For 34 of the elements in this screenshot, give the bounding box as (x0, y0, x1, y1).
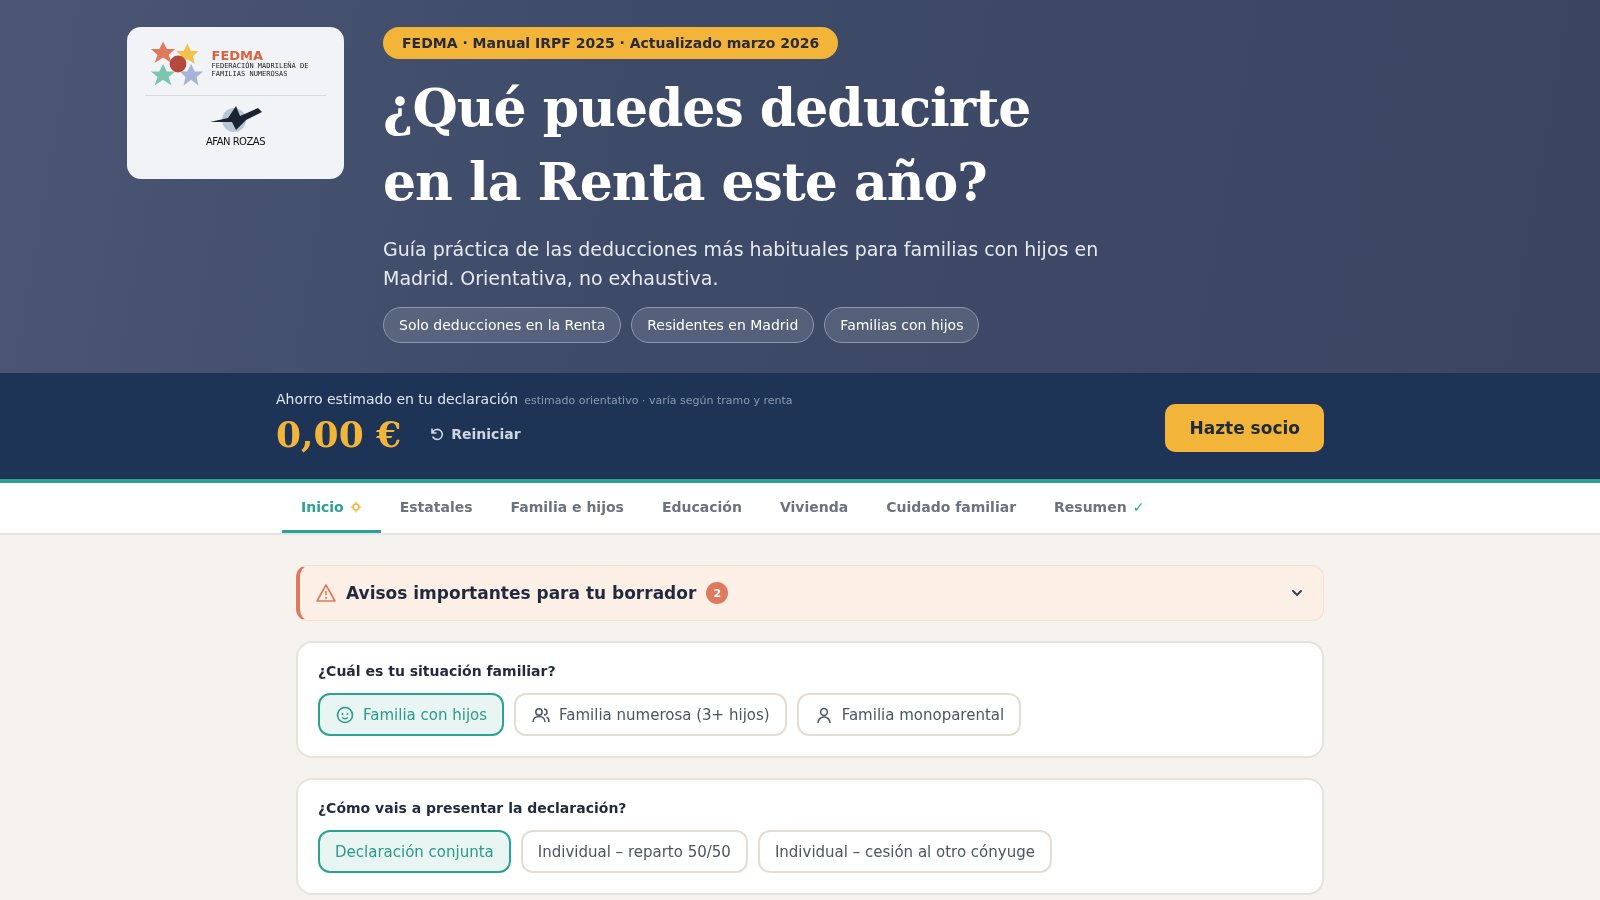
filter-chip: Residentes en Madrid (631, 307, 815, 343)
page-title: ¿Qué puedes deducirte en la Renta este año? (383, 76, 1031, 214)
sun-icon (349, 500, 362, 513)
join-button[interactable]: Hazte socio (1165, 404, 1324, 452)
partner-logo-text: AFAN ROZAS (205, 136, 265, 147)
option-button[interactable]: Individual – reparto 50/50 (520, 830, 748, 873)
question-title: ¿Cuál es tu situación familiar? (318, 663, 557, 679)
nav-tab[interactable]: Educación (642, 483, 761, 533)
reset-icon (429, 426, 446, 442)
option-button[interactable]: Declaración conjunta (318, 830, 511, 873)
edition-badge: FEDMA · Manual IRPF 2025 · Actualizado marzo 2026 (383, 27, 839, 59)
nav-tab[interactable]: Inicio (282, 483, 381, 533)
nav-tab[interactable]: Cuidado familiar (867, 483, 1036, 533)
alert-panel[interactable]: Avisos importantes para tu borrador 2 (296, 565, 1324, 621)
savings-note: estimado orientativo · varía según tramo y renta (524, 394, 793, 407)
nav-tab[interactable]: Resumen ✓ (1035, 483, 1164, 533)
nav-tab[interactable]: Familia e hijos (491, 483, 643, 533)
alert-title: Avisos importantes para tu borrador (346, 583, 697, 603)
nav-tab[interactable]: Estatales (380, 483, 492, 533)
nav-tab[interactable]: Vivienda (760, 483, 868, 533)
option-button[interactable]: Familia monoparental (796, 693, 1022, 736)
filter-chip: Familias con hijos (824, 307, 980, 343)
warning-icon (316, 583, 336, 603)
count-badge: 2 (706, 582, 729, 604)
option-button[interactable]: Familia con hijos (318, 693, 505, 736)
filter-chip: Solo deducciones en la Renta (383, 307, 622, 343)
reset-button[interactable]: Reiniciar (429, 426, 521, 442)
savings-amount: 0,00 € (276, 413, 402, 455)
smiley-icon (335, 704, 355, 725)
option-button[interactable]: Familia numerosa (3+ hijos) (514, 693, 787, 736)
question-title: ¿Cómo vais a presentar la declaración? (318, 800, 628, 816)
option-button[interactable]: Individual – cesión al otro cónyuge (757, 830, 1052, 873)
hero-subtitle: Guía práctica de las deducciones más habituales para familias con hijos en Madrid. Orientativa, no exhaustiva. (383, 237, 1100, 291)
savings-label: Ahorro estimado en tu declaración (276, 391, 519, 407)
